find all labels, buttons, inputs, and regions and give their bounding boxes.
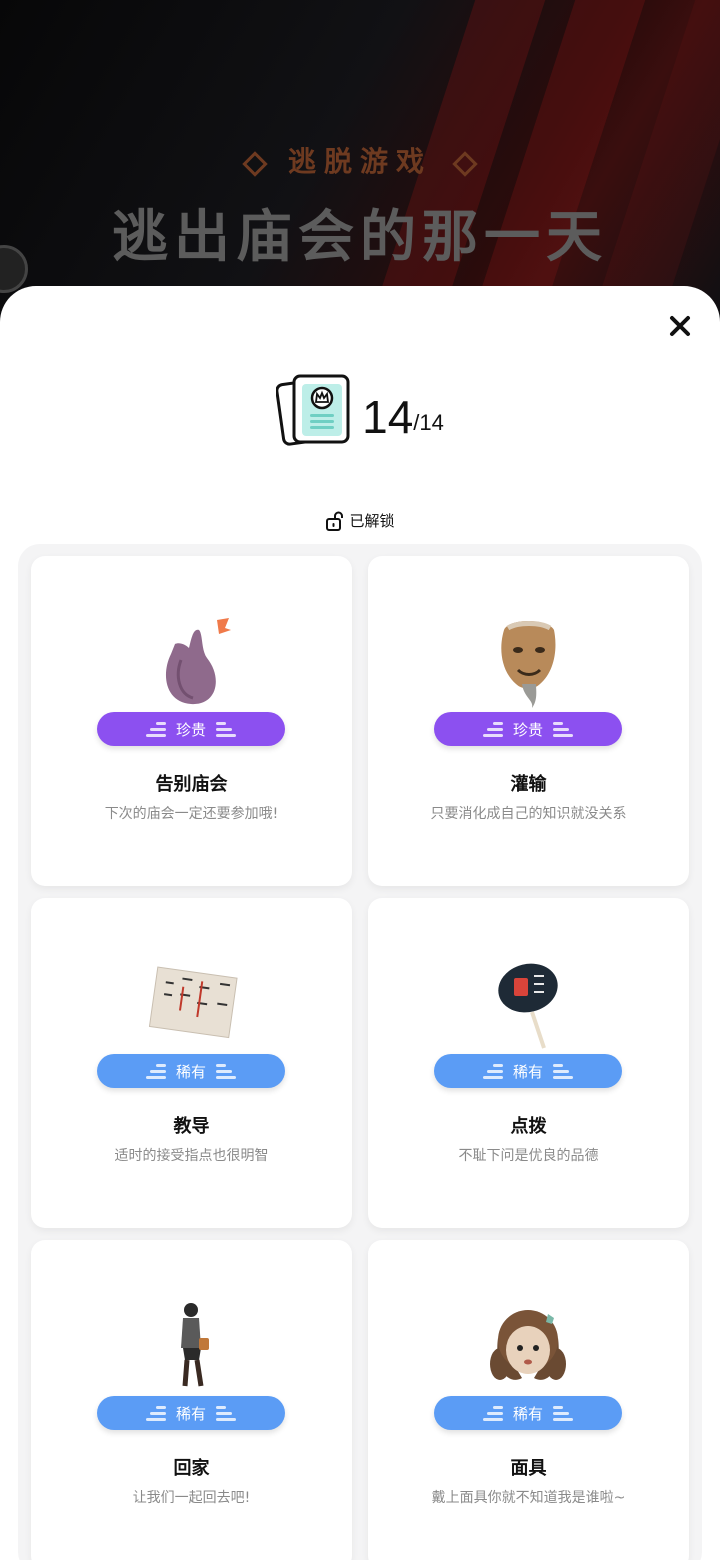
card-title: 教导 xyxy=(173,1116,210,1137)
close-button[interactable] xyxy=(662,308,698,344)
card-item[interactable]: 稀有 回家 让我们一起回去吧! xyxy=(31,1240,352,1560)
rarity-badge-label: 稀有 xyxy=(512,1062,543,1081)
card-item[interactable]: 珍贵 告别庙会 下次的庙会一定还要参加哦! xyxy=(31,556,352,886)
rarity-badge-label: 珍贵 xyxy=(175,720,206,739)
background-header: 逃脱游戏 逃出庙会的那一天 xyxy=(0,0,720,320)
rarity-badge-label: 珍贵 xyxy=(512,720,543,739)
walking-boy-icon xyxy=(141,1298,241,1394)
rarity-badge-label: 稀有 xyxy=(512,1404,543,1423)
purple-rabbit-mask-icon xyxy=(141,614,241,710)
doll-mask-icon xyxy=(478,1298,578,1394)
rarity-badge-label: 稀有 xyxy=(175,1404,206,1423)
diamond-ornament-icon xyxy=(242,150,268,177)
card-counter: 14 /14 xyxy=(0,372,720,448)
card-title: 面具 xyxy=(510,1458,547,1479)
card-item[interactable]: 稀有 教导 适时的接受指点也很明智 xyxy=(31,898,352,1228)
unlocked-status: 已解锁 xyxy=(0,510,720,531)
game-subtitle: 逃脱游戏 xyxy=(0,140,720,180)
rarity-badge: 稀有 xyxy=(434,1396,622,1430)
card-collection-icon xyxy=(276,374,350,446)
rarity-badge: 稀有 xyxy=(434,1054,622,1088)
game-title: 逃出庙会的那一天 xyxy=(112,204,608,270)
card-title: 点拨 xyxy=(510,1116,547,1137)
card-grid: 珍贵 告别庙会 下次的庙会一定还要参加哦! 珍贵 灌输 只要消化成自己的知识就没… xyxy=(31,556,689,1560)
total-count: /14 xyxy=(413,410,444,435)
collection-sheet: 14 /14 已解锁 珍贵 告别庙会 下次的庙会一定还要参加哦! 珍贵 灌输 只… xyxy=(0,286,720,1560)
card-item[interactable]: 稀有 点拨 不耻下问是优良的品德 xyxy=(368,898,689,1228)
unlocked-status-text: 已解锁 xyxy=(349,512,395,530)
rarity-badge: 珍贵 xyxy=(97,712,285,746)
card-description: 不耻下问是优良的品德 xyxy=(458,1148,599,1164)
paper-fan-icon xyxy=(478,956,578,1052)
rarity-badge: 珍贵 xyxy=(434,712,622,746)
collected-count: 14 xyxy=(362,391,414,443)
card-description: 下次的庙会一定还要参加哦! xyxy=(104,806,279,822)
card-item[interactable]: 稀有 面具 戴上面具你就不知道我是谁啦~ xyxy=(368,1240,689,1560)
calligraphy-paper-icon xyxy=(141,956,241,1052)
card-title: 回家 xyxy=(173,1458,210,1479)
close-icon xyxy=(670,316,690,336)
diamond-ornament-icon xyxy=(452,150,478,177)
card-title: 告别庙会 xyxy=(155,774,228,795)
rarity-badge: 稀有 xyxy=(97,1396,285,1430)
unlock-icon xyxy=(326,511,344,531)
card-description: 只要消化成自己的知识就没关系 xyxy=(430,806,627,822)
card-description: 让我们一起回去吧! xyxy=(132,1490,251,1506)
game-subtitle-text: 逃脱游戏 xyxy=(287,145,432,178)
rarity-badge: 稀有 xyxy=(97,1054,285,1088)
card-description: 戴上面具你就不知道我是谁啦~ xyxy=(431,1490,626,1506)
card-description: 适时的接受指点也很明智 xyxy=(114,1148,269,1164)
card-title: 灌输 xyxy=(510,774,547,795)
rarity-badge-label: 稀有 xyxy=(175,1062,206,1081)
old-man-mask-icon xyxy=(478,614,578,710)
card-grid-container: 珍贵 告别庙会 下次的庙会一定还要参加哦! 珍贵 灌输 只要消化成自己的知识就没… xyxy=(18,544,702,1560)
card-item[interactable]: 珍贵 灌输 只要消化成自己的知识就没关系 xyxy=(368,556,689,886)
